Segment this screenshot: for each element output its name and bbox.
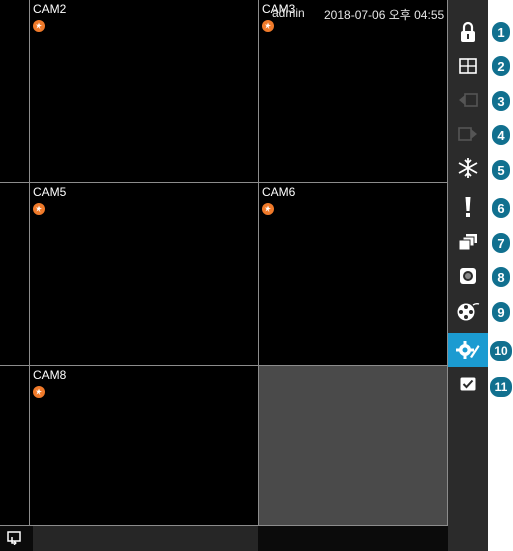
previous-icon <box>459 93 478 107</box>
logged-in-user: admin <box>272 6 305 20</box>
record-icon <box>460 268 476 284</box>
playback-icon <box>457 302 480 321</box>
next-button[interactable] <box>448 117 488 151</box>
callout-badge: 7 <box>492 233 510 253</box>
select-button[interactable] <box>448 367 488 401</box>
motion-detect-icon <box>33 386 45 398</box>
camera-tile-cam5[interactable]: CAM5 <box>30 183 259 366</box>
lock-icon <box>461 21 475 42</box>
date-time: 2018-07-06 오후 04:55 <box>324 8 445 22</box>
previous-button[interactable] <box>448 83 488 117</box>
camera-tile-cam8[interactable]: CAM8 <box>30 366 259 526</box>
next-icon <box>458 127 477 141</box>
motion-detect-icon <box>33 20 45 32</box>
split-screen-button[interactable] <box>448 49 488 83</box>
lock-button[interactable] <box>448 15 488 49</box>
callout-badge: 1 <box>492 22 510 42</box>
camera-tile-empty[interactable] <box>259 366 448 526</box>
settings-button[interactable] <box>448 333 488 367</box>
settings-icon <box>456 341 480 359</box>
camera-tile-cam6[interactable]: CAM6 <box>259 183 448 366</box>
camera-tile-partial[interactable] <box>0 0 30 183</box>
launcher-menu <box>448 0 488 551</box>
callout-badge: 10 <box>490 341 512 361</box>
callout-badge: 11 <box>490 377 512 397</box>
callout-badge: 8 <box>492 267 510 287</box>
camera-tile-partial[interactable] <box>0 183 30 366</box>
camera-tile-cam3[interactable]: CAM3 <box>259 0 448 183</box>
callout-badge: 3 <box>492 91 510 111</box>
camera-label: CAM8 <box>33 368 67 382</box>
callout-badge: 9 <box>492 302 510 322</box>
sequence-button[interactable] <box>448 225 488 259</box>
record-button[interactable] <box>448 259 488 293</box>
status-bar <box>0 526 448 551</box>
camera-tile-cam2[interactable]: CAM2 <box>30 0 259 183</box>
camera-grid: CAM2 CAM3 CAM5 CAM6 CAM8 <box>0 0 448 551</box>
camera-tile-partial[interactable] <box>0 366 30 526</box>
playback-button[interactable] <box>448 294 488 328</box>
alarm-icon <box>465 197 471 217</box>
callout-badge: 6 <box>492 198 510 218</box>
split-screen-icon <box>459 58 477 74</box>
callout-badge: 2 <box>492 56 510 76</box>
freeze-icon <box>458 158 478 178</box>
login-icon[interactable] <box>7 531 21 545</box>
callout-badge: 5 <box>492 160 510 180</box>
motion-detect-icon <box>33 203 45 215</box>
camera-label: CAM6 <box>262 185 296 199</box>
freeze-button[interactable] <box>448 151 488 185</box>
motion-detect-icon <box>262 203 274 215</box>
callout-badge: 4 <box>492 125 510 145</box>
checkbox-icon <box>460 377 476 391</box>
sequence-icon <box>458 234 477 251</box>
camera-label: CAM5 <box>33 185 67 199</box>
motion-detect-icon <box>262 20 274 32</box>
camera-label: CAM2 <box>33 2 67 16</box>
alarm-button[interactable] <box>448 190 488 224</box>
